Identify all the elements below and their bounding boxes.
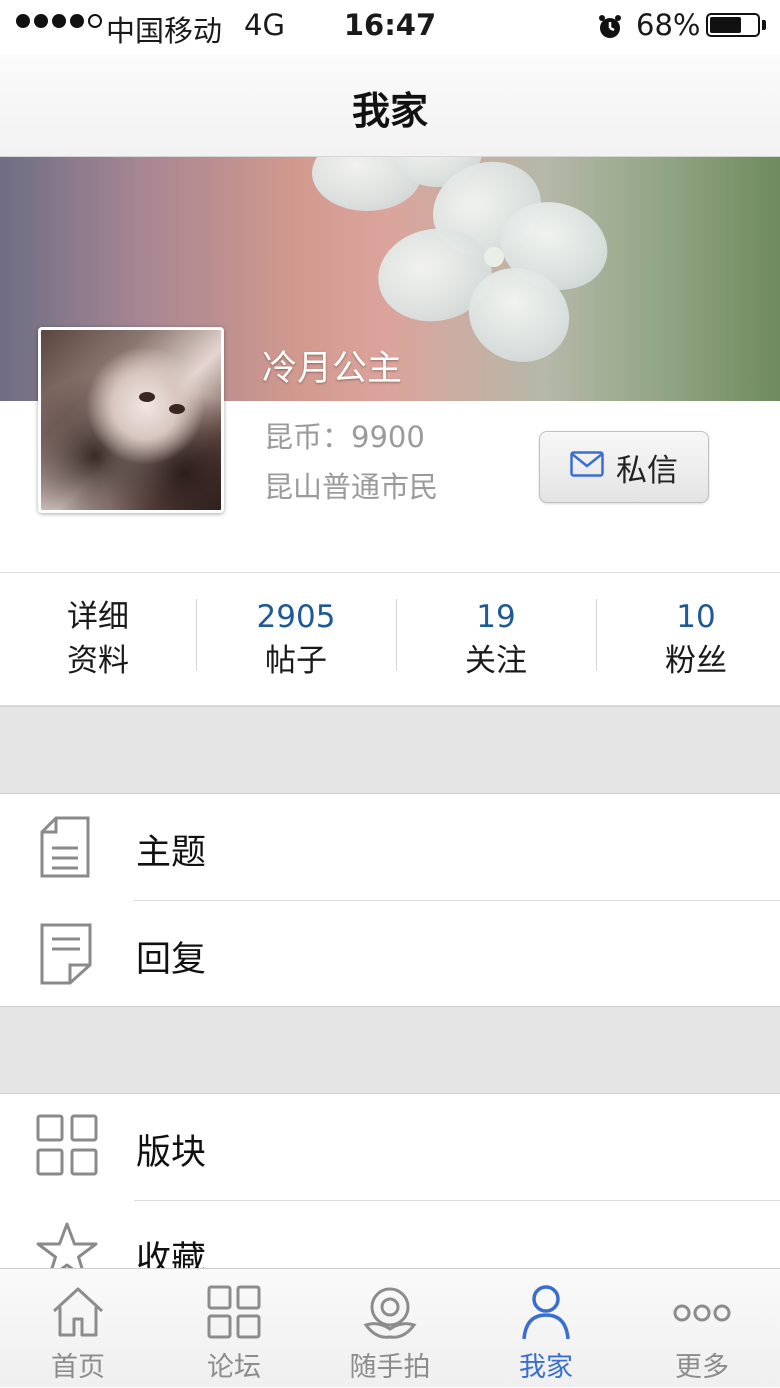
tab-snapshot-label: 随手拍	[349, 1352, 431, 1383]
user-rank: 昆山普通市民	[264, 470, 439, 504]
battery-icon	[706, 13, 760, 37]
menu-item-replies-label: 回复	[136, 940, 207, 980]
stat-following[interactable]: 19 关注	[398, 595, 594, 683]
reply-note-icon	[36, 921, 96, 991]
section-spacer	[0, 706, 780, 794]
stat-details-line2: 资料	[67, 643, 129, 679]
stat-following-label: 关注	[465, 643, 527, 679]
menu-item-replies[interactable]: 回复	[0, 901, 780, 1008]
username: 冷月公主	[262, 349, 403, 389]
tab-home-label: 首页	[51, 1352, 105, 1383]
stat-fans-count: 10	[676, 599, 716, 635]
envelope-icon	[570, 449, 604, 485]
private-message-label: 私信	[616, 452, 678, 489]
alarm-icon	[597, 13, 623, 47]
grid-icon	[36, 1114, 98, 1180]
menu-item-topics[interactable]: 主题	[0, 794, 780, 901]
status-bar: 中国移动 4G 16:47 68%	[0, 0, 780, 54]
stat-fans-label: 粉丝	[665, 643, 727, 679]
tab-snapshot[interactable]: 随手拍	[312, 1269, 468, 1388]
menu-item-topics-label: 主题	[136, 833, 207, 873]
navigation-bar: 我家	[0, 54, 780, 157]
stat-posts[interactable]: 2905 帖子	[198, 595, 394, 683]
battery-fill	[710, 17, 741, 33]
document-icon	[36, 814, 96, 884]
tab-more-label: 更多	[675, 1352, 729, 1383]
avatar[interactable]	[38, 327, 224, 513]
menu-item-boards[interactable]: 版块	[0, 1094, 780, 1201]
battery-cap	[762, 20, 766, 30]
stat-posts-label: 帖子	[265, 643, 327, 679]
battery-percent: 68%	[636, 8, 701, 42]
coin-balance: 昆币：9900	[264, 420, 425, 454]
private-message-button[interactable]: 私信	[539, 431, 709, 503]
tab-forum-label: 论坛	[207, 1352, 261, 1383]
stat-posts-count: 2905	[256, 599, 336, 635]
section-spacer	[0, 1006, 780, 1094]
stat-fans[interactable]: 10 粉丝	[598, 595, 780, 683]
tab-home[interactable]: 首页	[0, 1269, 156, 1388]
page-title: 我家	[351, 89, 428, 133]
stat-following-count: 19	[476, 599, 516, 635]
tab-my-home-label: 我家	[519, 1352, 573, 1383]
stat-details[interactable]: 详细 资料	[0, 595, 196, 683]
tab-forum[interactable]: 论坛	[156, 1269, 312, 1388]
menu-item-boards-label: 版块	[136, 1133, 207, 1173]
profile-stats-bar: 详细 资料 2905 帖子 19 关注 10 粉丝	[0, 572, 780, 706]
tab-more[interactable]: 更多	[624, 1269, 780, 1388]
stat-details-line1: 详细	[67, 599, 129, 635]
tab-my-home[interactable]: 我家	[468, 1269, 624, 1388]
tab-bar: 首页 论坛 随手拍 我家 更多	[0, 1268, 780, 1387]
